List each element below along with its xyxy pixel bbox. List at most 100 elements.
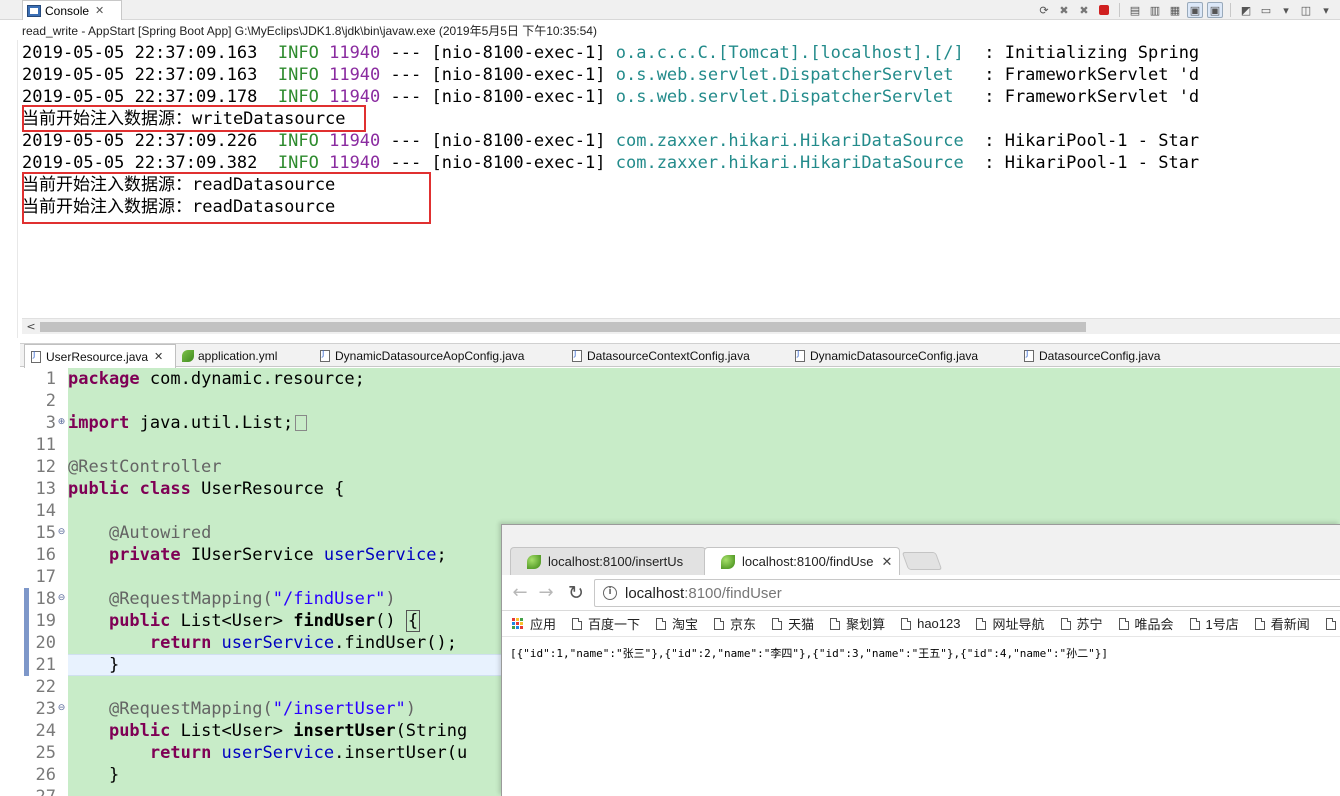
editor-tab-label: DatasourceContextConfig.java [587,349,750,363]
url-text[interactable]: localhost:8100/findUser [625,585,782,602]
scroll-left-arrow-icon[interactable]: < [24,319,38,335]
tab-application-yml[interactable]: application.yml [182,344,277,368]
back-arrow-icon[interactable]: ← [508,581,532,605]
display-console-icon[interactable]: ▭ [1258,2,1274,18]
log-level: INFO [277,87,319,107]
bookmark-apps[interactable]: 应用 [512,614,556,633]
bookmark-item[interactable]: 百度一下 [572,614,640,633]
browser-tab-insertuser[interactable]: localhost:8100/insertUs [510,547,706,575]
show-on-stderr-icon[interactable]: ▣ [1207,2,1223,18]
line-number: 11 [35,435,56,455]
page-icon [901,617,912,630]
code-line: 12 @RestController [20,456,1340,478]
sync-icon[interactable]: ⟳ [1036,2,1052,18]
collapsed-imports-icon[interactable] [295,415,308,431]
bookmark-item[interactable]: 聚划算 [830,614,885,633]
bookmark-item[interactable]: 苏宁 [1060,614,1103,633]
clear-console-icon[interactable]: ▤ [1127,2,1143,18]
page-icon [830,617,841,630]
word-wrap-icon[interactable]: ▦ [1167,2,1183,18]
stop-icon[interactable] [1096,2,1112,18]
log-message: : HikariPool-1 - Star [984,153,1200,173]
line-number: 3 [45,413,56,433]
log-logger: com.zaxxer.hikari.HikariDataSource [615,153,964,173]
json-response-text: [{"id":1,"name":"张三"},{"id":2,"name":"李四… [510,647,1108,660]
log-level: INFO [277,153,319,173]
open-console-icon[interactable]: ◫ [1298,2,1314,18]
log-separator: --- [390,153,422,173]
bookmark-item[interactable]: 天猫 [772,614,814,633]
collapse-fold-icon[interactable]: ⊖ [57,704,66,713]
address-bar[interactable]: i localhost:8100/findUser [594,579,1340,607]
page-icon [1118,617,1129,630]
code-text: List<User> [170,721,294,741]
code-text: () [375,611,406,631]
field-name: userService [211,743,335,763]
log-thread: [nio-8100-exec-1] [431,65,606,85]
bookmark-item[interactable]: 京东 [714,614,756,633]
remove-all-terminated-icon[interactable]: ✖ [1076,2,1092,18]
spring-leaf-icon [721,554,735,569]
tab-userresource-java[interactable]: UserResource.java ✕ [24,344,176,368]
bookmark-item[interactable]: 1号店 [1189,614,1239,633]
java-file-icon [1024,349,1034,362]
keyword: private [108,545,181,565]
code-text: .insertUser(u [334,743,468,763]
tab-datasourceconfig-java[interactable]: DatasourceConfig.java [1024,344,1160,368]
scrollbar-thumb[interactable] [40,322,1086,332]
bookmark-item[interactable]: hao123 [901,616,960,631]
code-line: 2 [20,390,1340,412]
browser-tab-finduser[interactable]: localhost:8100/findUse ✕ [704,547,900,575]
console-horizontal-scrollbar[interactable]: < [22,318,1340,334]
forward-arrow-icon[interactable]: → [534,581,558,605]
bookmark-item[interactable]: 网址导航 [976,614,1045,633]
chevron-down-icon[interactable]: ▾ [1278,2,1294,18]
close-icon[interactable]: ✕ [95,4,104,17]
chevron-down-icon[interactable]: ▾ [1318,2,1334,18]
line-number: 27 [30,786,56,796]
expand-fold-icon[interactable]: ⊕ [57,418,66,427]
bookmark-item[interactable]: 唯品会 [1118,614,1174,633]
bookmark-label: 淘宝 [672,617,699,632]
collapse-fold-icon[interactable]: ⊖ [57,528,66,537]
line-number: 26 [35,765,56,785]
close-icon[interactable]: ✕ [882,554,893,570]
pin-console-icon[interactable]: ◩ [1238,2,1254,18]
line-number: 15 [35,523,56,543]
tab-dynamicdatasourceconfig-java[interactable]: DynamicDatasourceConfig.java [795,344,978,368]
annotation: @RequestMapping( [108,699,273,719]
scroll-lock-icon[interactable]: ▥ [1147,2,1163,18]
bookmark-item[interactable]: 淘宝 [656,614,698,633]
log-separator: --- [390,87,422,107]
line-number: 2 [45,391,56,411]
bookmarks-bar: 应用 百度一下 淘宝 京东 天猫 聚划算 hao123 网址导航 苏宁 唯品会 … [502,611,1340,637]
bookmark-item[interactable]: 看新闻 [1254,614,1310,633]
tab-dynamicdatasourceaopconfig-java[interactable]: DynamicDatasourceAopConfig.java [320,344,524,368]
log-message: : FrameworkServlet 'd [984,65,1200,85]
info-icon[interactable]: i [603,586,617,600]
terminate-icon[interactable]: ✖ [1056,2,1072,18]
field-name: userService [211,633,335,653]
reload-icon[interactable]: ↻ [564,581,588,605]
bookmark-label: 京东 [730,617,757,632]
bookmark-item[interactable]: 天 [1325,614,1340,633]
new-tab-button[interactable] [901,552,943,570]
log-separator: --- [390,65,422,85]
line-number: 25 [35,743,56,763]
string-literal: "/findUser" [272,589,386,609]
editor-tab-label: DatasourceConfig.java [1039,349,1161,363]
page-icon [572,617,583,630]
log-thread: [nio-8100-exec-1] [431,153,606,173]
tab-console[interactable]: Console ✕ [22,0,122,20]
code-line: 3 ⊕ import java.util.List; [20,412,1340,434]
collapse-fold-icon[interactable]: ⊖ [57,594,66,603]
annotation: @RestController [68,457,222,477]
log-message: : Initializing Spring [984,43,1200,63]
show-on-stdout-icon[interactable]: ▣ [1187,2,1203,18]
close-icon[interactable]: ✕ [154,350,163,363]
bookmark-label: 看新闻 [1270,617,1310,632]
annotation: ) [405,699,417,719]
log-logger: o.s.web.servlet.DispatcherServlet [615,87,954,107]
tab-datasourcecontextconfig-java[interactable]: DatasourceContextConfig.java [572,344,750,368]
java-file-icon [31,350,41,363]
